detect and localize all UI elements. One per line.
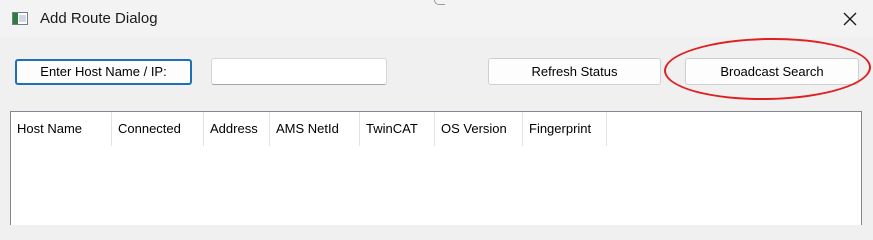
column-header-host-name[interactable]: Host Name xyxy=(11,112,112,146)
column-header-connected[interactable]: Connected xyxy=(112,112,204,146)
close-button[interactable] xyxy=(827,0,873,38)
add-route-dialog: Add Route Dialog Enter Host Name / IP: R… xyxy=(0,0,873,225)
broadcast-search-button[interactable]: Broadcast Search xyxy=(685,58,859,85)
column-header-ams-netid[interactable]: AMS NetId xyxy=(270,112,360,146)
title-bar-artifact xyxy=(434,0,445,5)
column-header-twincat[interactable]: TwinCAT xyxy=(360,112,435,146)
refresh-status-button[interactable]: Refresh Status xyxy=(488,58,661,85)
column-header-fingerprint[interactable]: Fingerprint xyxy=(523,112,607,146)
column-header-address[interactable]: Address xyxy=(204,112,270,146)
app-window-icon xyxy=(12,12,28,25)
column-header-os-version[interactable]: OS Version xyxy=(435,112,523,146)
title-bar[interactable]: Add Route Dialog xyxy=(0,0,873,38)
window-title: Add Route Dialog xyxy=(40,10,158,27)
enter-host-name-button[interactable]: Enter Host Name / IP: xyxy=(15,59,192,85)
list-header: Host Name Connected Address AMS NetId Tw… xyxy=(11,112,607,146)
route-list-view[interactable]: Host Name Connected Address AMS NetId Tw… xyxy=(10,111,862,225)
close-icon xyxy=(843,12,857,26)
host-name-input[interactable] xyxy=(211,58,387,85)
